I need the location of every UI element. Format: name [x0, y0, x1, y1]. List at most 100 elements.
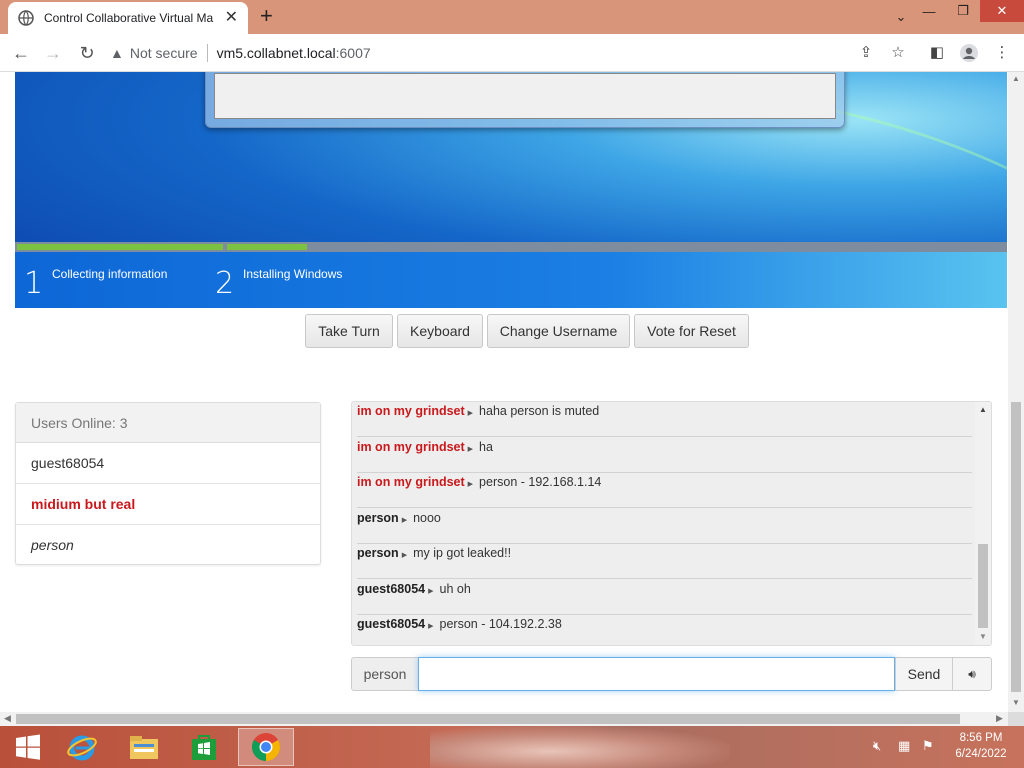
wallpaper-art [430, 726, 730, 768]
caret-right-icon: ▶ [467, 410, 474, 417]
close-tab-icon[interactable]: ✕ [225, 10, 238, 26]
back-arrow-icon[interactable]: ← [10, 42, 32, 64]
chat-scroll-thumb[interactable] [978, 544, 988, 628]
step-label: Installing Windows [243, 267, 343, 281]
take-turn-button[interactable]: Take Turn [305, 314, 393, 348]
chat-nick: person [357, 511, 399, 525]
clock-date: 6/24/2022 [955, 748, 1007, 760]
windows-logo-icon [16, 734, 40, 760]
chat-nick: im on my grindset [357, 404, 465, 418]
url-port[interactable]: :6007 [336, 45, 371, 61]
chat-text: my ip got leaked!! [413, 546, 512, 560]
chat-text: haha person is muted [479, 404, 600, 418]
browser-tab[interactable]: Control Collaborative Virtual Ma ✕ [8, 2, 248, 34]
chat-nick: guest68054 [357, 617, 426, 631]
page-scroll-thumb[interactable] [1011, 402, 1021, 692]
setup-dialog-body [214, 73, 836, 119]
user-list-item[interactable]: person [16, 525, 320, 566]
users-panel-header: Users Online: 3 [16, 403, 320, 443]
new-tab-button[interactable]: + [260, 5, 273, 27]
vm-screen[interactable]: 1 Collecting information 2 Installing Wi… [15, 72, 1007, 308]
caret-right-icon: ▶ [401, 517, 408, 524]
address-bar[interactable]: ▲ Not secure vm5.collabnet.local:6007 [110, 40, 830, 66]
speaker-icon[interactable]: 🔊︎ [952, 657, 992, 691]
page-horizontal-scrollbar[interactable]: ◀ ▶ [0, 712, 1008, 726]
chat-message: im on my grindset ▶ ha [357, 438, 972, 473]
chat-nick: person [357, 546, 399, 560]
scroll-up-icon[interactable]: ▲ [979, 405, 987, 414]
chat-message: im on my grindset ▶ haha person is muted [357, 402, 972, 437]
volume-muted-icon[interactable]: 🔇︎ [873, 738, 881, 754]
setup-progress-step-1 [17, 244, 223, 250]
step-label: Collecting information [52, 267, 168, 281]
chat-message: person ▶ nooo [357, 509, 972, 544]
caret-right-icon: ▶ [467, 446, 474, 453]
vote-reset-button[interactable]: Vote for Reset [634, 314, 749, 348]
page-viewport: 1 Collecting information 2 Installing Wi… [0, 72, 1008, 712]
divider [206, 44, 208, 62]
user-list-item[interactable]: guest68054 [16, 443, 320, 484]
security-label[interactable]: Not secure [130, 45, 198, 61]
side-panel-icon[interactable]: ◧ [927, 43, 947, 63]
chat-message: guest68054 ▶ person - 104.192.2.38 [357, 615, 972, 645]
chat-form: person Send 🔊︎ [351, 657, 992, 691]
chat-scrollbar[interactable]: ▲ ▼ [975, 402, 991, 645]
chat-nick: guest68054 [357, 582, 426, 596]
step-number: 2 [215, 266, 235, 301]
scrollbar-corner [1008, 712, 1024, 726]
setup-progress-step-2 [227, 244, 307, 250]
chat-text: nooo [413, 511, 441, 525]
scroll-left-icon[interactable]: ◀ [4, 713, 11, 724]
page-hscroll-thumb[interactable] [16, 714, 960, 724]
internet-explorer-icon[interactable] [54, 728, 110, 766]
chat-text: person - 192.168.1.14 [479, 475, 602, 489]
chat-message: person ▶ my ip got leaked!! [357, 544, 972, 579]
step-number: 1 [24, 266, 44, 301]
setup-steps-bar: 1 Collecting information 2 Installing Wi… [15, 252, 1007, 308]
reload-icon[interactable]: ↻ [76, 42, 98, 64]
url-host[interactable]: vm5.collabnet.local [217, 45, 336, 61]
caret-right-icon: ▶ [467, 481, 474, 488]
chat-input[interactable] [418, 657, 895, 691]
menu-kebab-icon[interactable]: ⋮ [992, 43, 1012, 63]
scroll-down-icon[interactable]: ▼ [979, 632, 987, 641]
chat-nick: im on my grindset [357, 475, 465, 489]
minimize-button[interactable]: — [912, 0, 946, 22]
share-icon[interactable]: ⇪ [856, 43, 876, 63]
file-explorer-icon[interactable] [116, 728, 172, 766]
caret-right-icon: ▶ [401, 552, 408, 559]
chat-log[interactable]: im on my grindset ▶ haha person is muted i… [351, 401, 992, 646]
restore-button[interactable]: ❐ [946, 0, 980, 22]
caret-right-icon: ▶ [428, 623, 434, 630]
keyboard-button[interactable]: Keyboard [397, 314, 483, 348]
page-vertical-scrollbar[interactable]: ▲ ▼ [1008, 72, 1024, 712]
scroll-down-icon[interactable]: ▼ [1012, 698, 1020, 707]
warning-icon[interactable]: ▲ [110, 45, 124, 61]
globe-icon [18, 10, 34, 26]
store-icon[interactable] [176, 728, 232, 766]
taskbar-clock[interactable]: 8:56 PM 6/24/2022 [950, 730, 1012, 762]
browser-titlebar: Control Collaborative Virtual Ma ✕ + ⌄ —… [0, 0, 1024, 34]
chat-message: im on my grindset ▶ person - 192.168.1.14 [357, 473, 972, 508]
profile-icon[interactable] [959, 43, 979, 63]
chat-text: ha [479, 440, 493, 454]
chat-nick: im on my grindset [357, 440, 465, 454]
start-button[interactable] [0, 728, 56, 766]
send-button[interactable]: Send [895, 657, 953, 691]
browser-toolbar: ← → ↻ ▲ Not secure vm5.collabnet.local:6… [0, 34, 1024, 72]
close-window-button[interactable]: ✕ [980, 0, 1024, 22]
star-icon[interactable]: ☆ [888, 43, 908, 63]
change-username-button[interactable]: Change Username [487, 314, 630, 348]
network-icon[interactable]: ▦ [898, 738, 910, 754]
chat-text: person - 104.192.2.38 [439, 617, 562, 631]
scroll-right-icon[interactable]: ▶ [996, 713, 1003, 724]
chrome-taskbar-icon[interactable] [238, 728, 294, 766]
clock-time: 8:56 PM [959, 732, 1003, 744]
scroll-up-icon[interactable]: ▲ [1012, 74, 1020, 83]
user-list-item[interactable]: midium but real [16, 484, 320, 525]
action-center-icon[interactable]: ⚑ [922, 738, 934, 754]
windows-taskbar: 🔇︎ ▦ ⚑ 8:56 PM 6/24/2022 [0, 726, 1024, 768]
forward-arrow-icon[interactable]: → [42, 42, 64, 64]
users-panel: Users Online: 3 guest68054 midium but re… [15, 402, 321, 565]
caret-right-icon: ▶ [428, 588, 434, 595]
